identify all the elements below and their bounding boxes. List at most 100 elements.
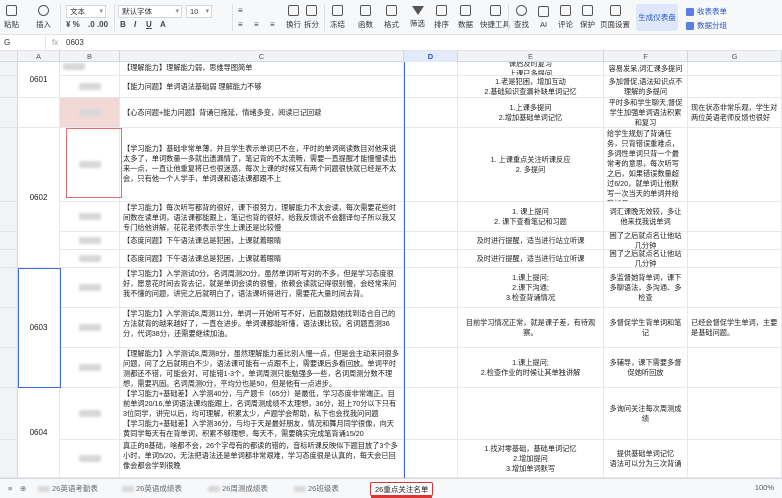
underline-button[interactable]: U xyxy=(146,20,152,29)
action-cell[interactable]: 1. 课上提问 2. 课下查看笔记和习题 xyxy=(458,202,604,231)
align-center-icon[interactable]: ≡ xyxy=(254,20,259,29)
issue-cell[interactable]: 【学习能力】入学测试0分，名词周测20分，虽然单词听写对的不多，但是学习态度很好… xyxy=(120,268,404,307)
name-cell[interactable] xyxy=(60,268,120,307)
d-cell[interactable] xyxy=(404,76,458,97)
d-cell[interactable] xyxy=(404,388,458,439)
action-cell[interactable]: 课后及时复习 上课已多提问 xyxy=(458,62,604,75)
name-cell[interactable] xyxy=(60,388,120,439)
group-cell[interactable]: 0604 xyxy=(18,388,60,478)
issue-cell[interactable]: 【态度问题】下午语法课总是犯困，上课就着眼睛 xyxy=(120,232,404,249)
g-cell[interactable] xyxy=(688,232,782,249)
action-cell[interactable]: 1.上课多提问 2.增加基础单词记忆 xyxy=(458,98,604,127)
paste-button[interactable]: 粘贴 xyxy=(4,2,19,33)
data-button[interactable]: 数据 xyxy=(458,2,473,33)
row-header[interactable] xyxy=(0,202,18,232)
row-header[interactable] xyxy=(0,268,18,308)
name-cell[interactable] xyxy=(60,62,120,75)
g-cell[interactable] xyxy=(688,348,782,387)
issue-cell[interactable]: 【理解能力】入学测试8,周测8分，虽然理解能力差比别人慢一点，但是会主动来问很多… xyxy=(120,348,404,387)
protect-button[interactable]: 保护 xyxy=(580,2,595,33)
font-color-button[interactable]: A xyxy=(160,20,166,29)
followup-cell[interactable]: 困了之后就点名让他站几分钟 xyxy=(604,232,688,249)
dashboard-button[interactable]: 生成仪表盘 xyxy=(636,4,678,31)
followup-cell[interactable]: 提供基础单词记忆 语法可以分为三次背诵 xyxy=(604,440,688,477)
g-cell[interactable] xyxy=(688,268,782,307)
followup-cell[interactable]: 词汇课晚无效较，多让他来找我说单词 xyxy=(604,202,688,231)
row-header[interactable] xyxy=(0,232,18,250)
sheet-nav-icon[interactable]: ⊕ xyxy=(16,482,30,496)
g-cell[interactable] xyxy=(688,62,782,75)
d-cell[interactable] xyxy=(404,128,458,201)
bold-button[interactable]: B xyxy=(120,20,126,29)
d-cell[interactable] xyxy=(404,250,458,267)
name-cell[interactable] xyxy=(60,308,120,347)
filter-button[interactable]: 筛选 xyxy=(410,2,425,33)
insert-button[interactable]: 插入 xyxy=(36,2,51,33)
g-cell[interactable]: 现在状态非常乐观，学生对两位英语老师反馈也很好 xyxy=(688,98,782,127)
font-size-select[interactable]: 10 xyxy=(186,5,212,18)
name-cell[interactable] xyxy=(60,202,120,231)
select-all-corner[interactable] xyxy=(0,51,18,62)
followup-cell[interactable]: 多辅导，课下需要多督促她听回放 xyxy=(604,348,688,387)
action-cell[interactable]: 1.课上提问; 2.课下沟通; 3.检查背诵情况 xyxy=(458,268,604,307)
d-cell[interactable] xyxy=(404,268,458,307)
align-top-icon[interactable]: ≡ xyxy=(238,6,243,15)
action-cell[interactable]: 1.课上提问; 2.检查作业的时候让其单独讲解 xyxy=(458,348,604,387)
sort-button[interactable]: 排序 xyxy=(434,2,449,33)
g-cell[interactable] xyxy=(688,76,782,97)
zoom-level[interactable]: 100% xyxy=(755,483,774,492)
column-header-c[interactable]: C xyxy=(120,51,404,62)
action-cell[interactable]: 及时进行提醒，适当进行站立听课 xyxy=(458,250,604,267)
name-cell[interactable] xyxy=(60,98,120,127)
followup-cell[interactable]: 容易发呆,词汇课多提问 xyxy=(604,62,688,75)
followup-cell[interactable]: 给学生规划了背诵任务，只背错误重难点，多词性单词只背一个最常考的意思，每次听写之… xyxy=(604,128,688,201)
font-select[interactable]: 默认字体 xyxy=(118,5,182,18)
action-cell[interactable]: 目前学习情况正常，就是课子差，有待观察。 xyxy=(458,308,604,347)
comment-button[interactable]: 评论 xyxy=(558,2,573,33)
text-type-select[interactable]: 文本 xyxy=(66,5,106,18)
issue-cell[interactable]: 【态度问题】下午语法课总是犯困，上课就着眼睛 xyxy=(120,250,404,267)
issue-cell[interactable]: 【学习能力】入学测试8,周测11分，单词一开始听写不好，后面鼓励她找到适合自己的… xyxy=(120,308,404,347)
d-cell[interactable] xyxy=(404,62,458,75)
action-cell[interactable]: 1.找对零基础，基础单词记忆 2.增加提问 3.增加单词默写 xyxy=(458,440,604,477)
column-header-a[interactable]: A xyxy=(18,51,60,62)
name-cell[interactable] xyxy=(60,440,120,477)
sheet-tab[interactable]: 26周测成绩表 xyxy=(204,482,272,496)
d-cell[interactable] xyxy=(404,348,458,387)
column-header-f[interactable]: F xyxy=(604,51,688,62)
issue-cell[interactable]: 【学习能力】基础非常单薄，并且学生表示单词已不在，平时的单词阅读数目对他来说太多… xyxy=(120,128,404,201)
name-cell[interactable] xyxy=(60,348,120,387)
g-cell[interactable] xyxy=(688,388,782,439)
issue-cell[interactable]: 【能力问题】单词语法基础弱 理解能力不够 xyxy=(120,76,404,97)
issue-cell[interactable]: 【学习能力】每次听写都背的很好，课下很努力，理解能力不太会读，每次需要花些时间数… xyxy=(120,202,404,231)
decimal-format[interactable]: .0 .00 xyxy=(88,20,108,29)
formula-value[interactable]: 0603 xyxy=(66,38,84,47)
align-left-icon[interactable]: ≡ xyxy=(238,20,243,29)
group-button[interactable]: 数据分组 xyxy=(686,20,727,31)
cell-reference[interactable]: G xyxy=(0,35,46,51)
name-cell[interactable] xyxy=(60,76,120,97)
row-header[interactable] xyxy=(0,62,18,76)
column-header-g[interactable]: G xyxy=(688,51,782,62)
form-button[interactable]: 收表表单 xyxy=(686,6,727,17)
name-cell[interactable] xyxy=(60,250,120,267)
page-setup-button[interactable]: 页面设置 xyxy=(600,2,630,33)
find-button[interactable]: 查找 xyxy=(514,2,529,33)
sheet-tab[interactable]: 26英语考勤表 xyxy=(34,482,102,496)
group-cell[interactable]: 0601 xyxy=(18,62,60,98)
column-header-e[interactable]: E xyxy=(458,51,604,62)
name-cell[interactable] xyxy=(60,232,120,249)
d-cell[interactable] xyxy=(404,308,458,347)
g-cell[interactable]: 已经会督促学生单词，主要是基础问题。 xyxy=(688,308,782,347)
g-cell[interactable] xyxy=(688,250,782,267)
sheet-tab[interactable]: 26班级表 xyxy=(290,482,343,496)
column-header-d[interactable]: D xyxy=(404,51,458,62)
g-cell[interactable] xyxy=(688,440,782,477)
followup-cell[interactable]: 多督促学生背单词和笔记 xyxy=(604,308,688,347)
issue-cell[interactable]: 【心态问题+能力问题】背诵已拖延，情绪多变，阅读已记回避 xyxy=(120,98,404,127)
sheet-menu-icon[interactable]: ≡ xyxy=(4,482,16,496)
function-button[interactable]: 函数 xyxy=(358,2,373,33)
action-cell[interactable]: 1.老是犯困，增加互动 2.基础知识查漏补缺单词记忆 xyxy=(458,76,604,97)
issue-cell[interactable]: 【学习能力+基础差】入学测40分，与产题卡（65分）是最低，学习态度非常端正。目… xyxy=(120,388,404,439)
row-header[interactable] xyxy=(0,128,18,202)
